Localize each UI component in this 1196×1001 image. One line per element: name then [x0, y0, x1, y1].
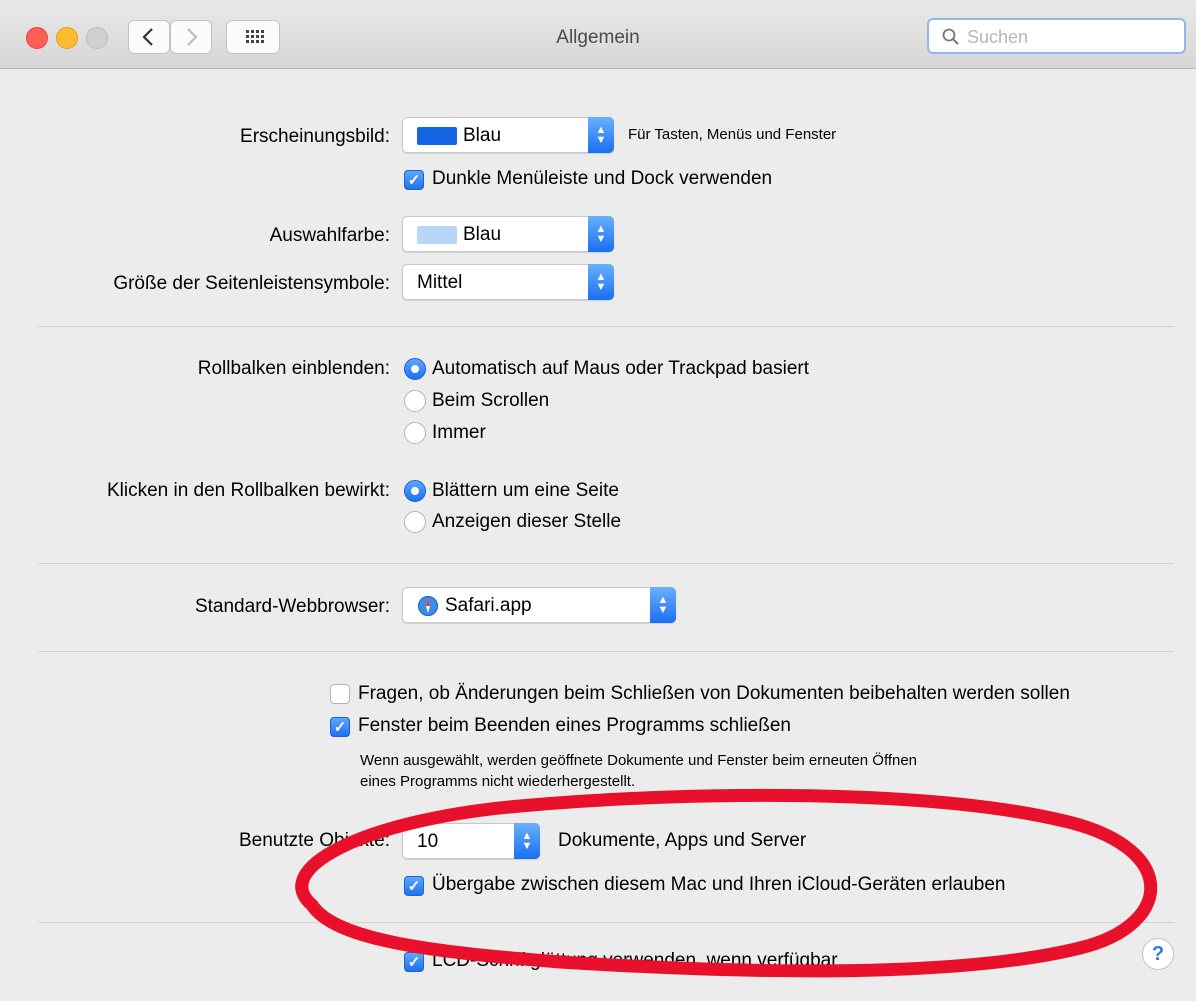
- popup-arrows-icon: ▲ ▼: [588, 117, 614, 153]
- popup-arrows-icon: ▲ ▼: [588, 216, 614, 252]
- title-bar: Allgemein Suchen: [0, 0, 1196, 69]
- search-placeholder: Suchen: [967, 27, 1029, 47]
- close-windows-checkbox[interactable]: ✓: [330, 717, 350, 737]
- scrollbars-option-auto: Automatisch auf Maus oder Trackpad basie…: [432, 358, 810, 379]
- recent-items-popup[interactable]: 10 ▲ ▼: [402, 823, 540, 859]
- close-windows-note-line1: Wenn ausgewählt, werden geöffnete Dokume…: [360, 752, 918, 769]
- scrollbars-option-scrolling: Beim Scrollen: [432, 390, 550, 411]
- dark-menu-label: Dunkle Menüleiste und Dock verwenden: [432, 168, 773, 189]
- recent-items-value: 10: [417, 831, 439, 852]
- lcd-smoothing-label: LCD-Schriftglättung verwenden, wenn verf…: [432, 950, 838, 971]
- sidebar-size-value: Mittel: [417, 272, 463, 293]
- safari-icon: [418, 596, 438, 616]
- handoff-label: Übergabe zwischen diesem Mac und Ihren i…: [432, 874, 1006, 895]
- popup-arrows-icon: ▲ ▼: [650, 587, 676, 623]
- separator: [38, 563, 1174, 564]
- close-windows-note-line2: eines Programms nicht wiederhergestellt.: [360, 773, 636, 790]
- appearance-popup[interactable]: Blau ▲ ▼: [402, 117, 614, 153]
- appearance-label: Erscheinungsbild:: [240, 126, 390, 147]
- scrollbars-label: Rollbalken einblenden:: [197, 358, 390, 379]
- appearance-hint: Für Tasten, Menüs und Fenster: [628, 126, 837, 143]
- help-button[interactable]: ?: [1142, 938, 1174, 970]
- appearance-value: Blau: [463, 125, 502, 146]
- handoff-checkbox[interactable]: ✓: [404, 876, 424, 896]
- browser-value: Safari.app: [445, 595, 532, 616]
- close-windows-label: Fenster beim Beenden eines Programms sch…: [358, 715, 791, 736]
- separator: [38, 326, 1174, 327]
- ask-keep-changes-checkbox[interactable]: [330, 684, 350, 704]
- radio-scrollbars-always[interactable]: [404, 422, 426, 444]
- color-swatch: [417, 127, 457, 145]
- popup-arrows-icon: ▲ ▼: [514, 823, 540, 859]
- dark-menu-checkbox[interactable]: ✓: [404, 170, 424, 190]
- highlight-label: Auswahlfarbe:: [269, 225, 390, 246]
- separator: [38, 922, 1174, 923]
- browser-popup[interactable]: Safari.app ▲ ▼: [402, 587, 676, 623]
- search-field[interactable]: Suchen: [927, 18, 1186, 54]
- click-option-next-page: Blättern um eine Seite: [432, 480, 619, 501]
- search-icon: [942, 28, 959, 45]
- click-option-jump-spot: Anzeigen dieser Stelle: [432, 511, 622, 532]
- recent-items-suffix: Dokumente, Apps und Server: [558, 830, 807, 851]
- radio-scrollbars-scrolling[interactable]: [404, 390, 426, 412]
- highlight-value: Blau: [463, 224, 502, 245]
- lcd-smoothing-checkbox[interactable]: ✓: [404, 952, 424, 972]
- recent-items-label: Benutzte Objekte:: [238, 830, 390, 851]
- ask-keep-changes-label: Fragen, ob Änderungen beim Schließen von…: [358, 683, 1070, 704]
- radio-click-jump-spot[interactable]: [404, 511, 426, 533]
- scrollbars-option-always: Immer: [432, 422, 486, 443]
- click-scrollbar-label: Klicken in den Rollbalken bewirkt:: [106, 480, 390, 501]
- separator: [38, 651, 1174, 652]
- browser-label: Standard-Webbrowser:: [194, 596, 390, 617]
- sidebar-size-popup[interactable]: Mittel ▲ ▼: [402, 264, 614, 300]
- sidebar-size-label: Größe der Seitenleistensymbole:: [113, 273, 390, 294]
- color-swatch: [417, 226, 457, 244]
- popup-arrows-icon: ▲ ▼: [588, 264, 614, 300]
- radio-scrollbars-auto[interactable]: [404, 358, 426, 380]
- radio-click-next-page[interactable]: [404, 480, 426, 502]
- highlight-popup[interactable]: Blau ▲ ▼: [402, 216, 614, 252]
